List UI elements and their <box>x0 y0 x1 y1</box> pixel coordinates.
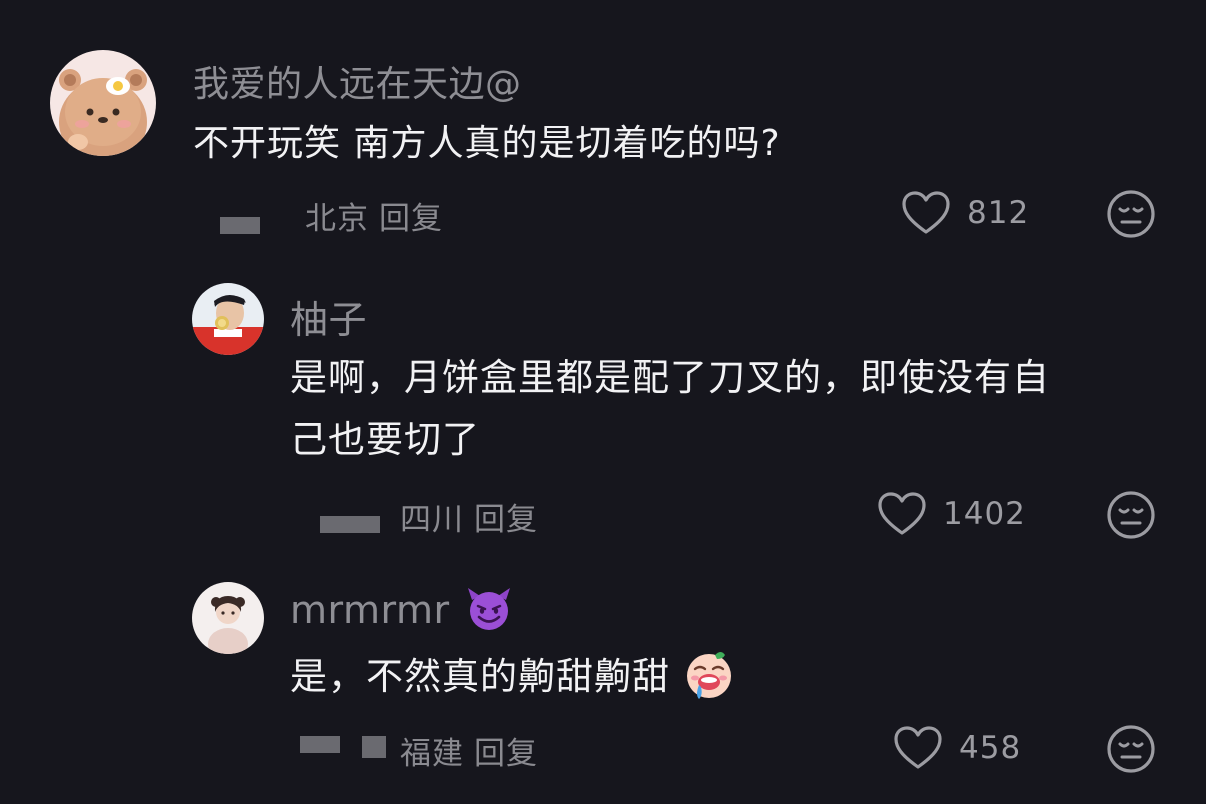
comment-username[interactable]: mrmrmr <box>290 587 514 632</box>
comment-location: 北京 <box>305 201 369 237</box>
reply-button[interactable]: 回复 <box>474 736 538 772</box>
comment-text: 是，不然真的齁甜齁甜 <box>290 646 735 708</box>
like-button[interactable]: 812 <box>901 190 1029 236</box>
reply-button[interactable]: 回复 <box>474 502 538 538</box>
heart-icon <box>902 191 950 234</box>
comment-meta: 福建 回复 <box>400 728 538 773</box>
comment-location: 福建 <box>400 736 464 772</box>
heart-icon <box>894 726 942 769</box>
user-avatar[interactable] <box>192 582 264 654</box>
comment-username[interactable]: 柚子 <box>290 289 367 344</box>
unamused-face-icon <box>1107 725 1155 773</box>
heart-icon <box>878 492 926 535</box>
like-button[interactable]: 1402 <box>877 491 1026 537</box>
unamused-face-icon <box>1107 491 1155 539</box>
comment-text: 是啊，月饼盒里都是配了刀叉的，即使没有自 己也要切了 <box>290 347 1170 471</box>
comment-location: 四川 <box>400 502 464 538</box>
drooling-face-emoji <box>686 651 731 699</box>
redacted-timestamp <box>300 736 340 753</box>
comment-thread: 我爱的人远在天边@ 不开玩笑 南方人真的是切着吃的吗? 北京 回复 812 柚子… <box>0 0 1206 804</box>
comment-text-body: 是，不然真的齁甜齁甜 <box>290 655 670 698</box>
comment-text-line: 是啊，月饼盒里都是配了刀叉的，即使没有自 <box>290 356 1050 399</box>
comment-text-line: 己也要切了 <box>290 418 480 461</box>
like-count: 812 <box>967 195 1030 231</box>
user-avatar[interactable] <box>50 50 156 156</box>
comment-text: 不开玩笑 南方人真的是切着吃的吗? <box>193 123 781 164</box>
bear-avatar-icon <box>50 50 156 156</box>
comment-meta: 四川 回复 <box>400 494 538 539</box>
comment-username[interactable]: 我爱的人远在天边@ <box>193 55 522 107</box>
like-count: 1402 <box>943 496 1026 532</box>
unamused-face-icon <box>1107 190 1155 238</box>
smiling-devil-emoji <box>468 587 511 630</box>
redacted-timestamp <box>362 736 386 758</box>
user-avatar[interactable] <box>192 283 264 355</box>
girl-avatar-icon <box>192 582 264 654</box>
redacted-timestamp <box>320 516 380 533</box>
username-text: mrmrmr <box>290 588 450 632</box>
dislike-button[interactable] <box>1106 189 1156 239</box>
dislike-button[interactable] <box>1106 724 1156 774</box>
comment-meta: 北京 回复 <box>305 193 443 238</box>
like-button[interactable]: 458 <box>893 725 1021 771</box>
like-count: 458 <box>959 730 1022 766</box>
dislike-button[interactable] <box>1106 490 1156 540</box>
athlete-avatar-icon <box>192 283 264 355</box>
redacted-timestamp <box>220 217 260 234</box>
reply-button[interactable]: 回复 <box>379 201 443 237</box>
